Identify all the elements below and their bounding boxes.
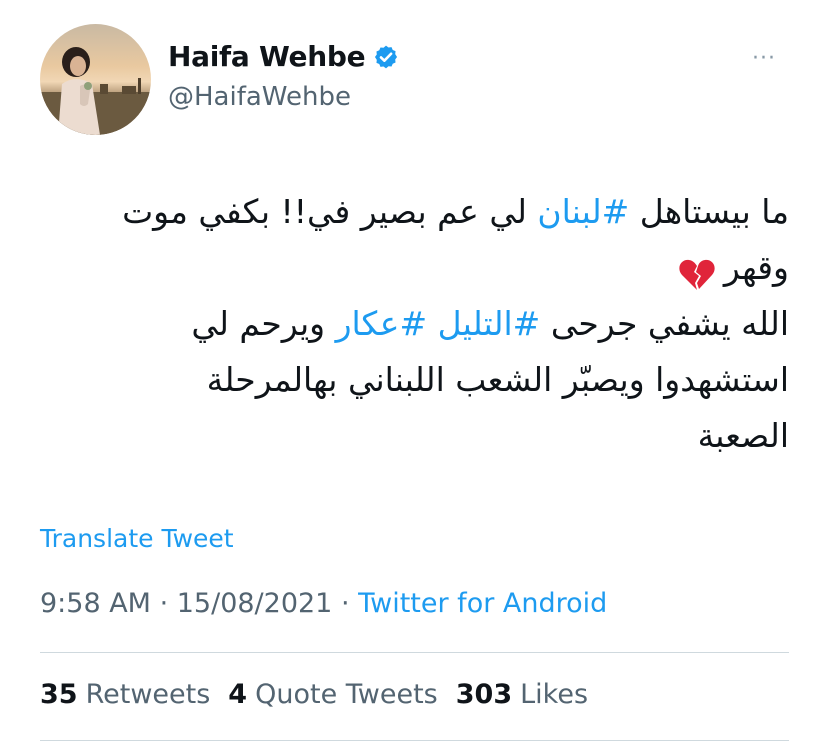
hashtag-tleil[interactable]: #التليل <box>438 304 541 343</box>
broken-heart-icon <box>678 253 716 290</box>
tweet-text-segment: ما بيستاهل <box>629 192 789 231</box>
retweets-count: 35 <box>40 679 78 710</box>
avatar[interactable] <box>40 24 151 135</box>
tweet-meta: 9:58 AM · 15/08/2021 · Twitter for Andro… <box>40 588 607 619</box>
quote-tweets-count: 4 <box>228 679 248 710</box>
tweet-text-segment <box>427 304 438 343</box>
more-options-icon[interactable]: ··· <box>752 48 776 70</box>
tweet-line-2: وقهر <box>29 240 789 296</box>
quote-tweets-label: Quote Tweets <box>255 679 438 710</box>
tweet-line-1: ما بيستاهل #لبنان لي عم بصير في!! بكفي م… <box>29 184 789 240</box>
meta-separator: · <box>332 588 359 619</box>
quote-tweets-stat[interactable]: 4 Quote Tweets <box>228 679 437 710</box>
tweet-text-segment: وقهر <box>723 248 789 287</box>
retweets-stat[interactable]: 35 Retweets <box>40 679 210 710</box>
hashtag-lebanon[interactable]: #لبنان <box>537 192 629 231</box>
divider <box>40 740 789 741</box>
tweet-text-segment: ويرحم لي <box>191 304 336 343</box>
verified-badge-icon <box>373 44 399 70</box>
meta-separator: · <box>150 588 177 619</box>
tweet-line-5: الصعبة <box>697 416 789 455</box>
hashtag-akkar[interactable]: #عكار <box>336 304 428 343</box>
tweet-text-segment: الله يشفي جرحى <box>540 304 789 343</box>
likes-stat[interactable]: 303 Likes <box>456 679 588 710</box>
tweet-line-4: استشهدوا ويصبّر الشعب اللبناني بهالمرحلة <box>206 360 789 399</box>
retweets-label: Retweets <box>85 679 211 710</box>
tweet-time[interactable]: 9:58 AM <box>40 588 151 619</box>
display-name[interactable]: Haifa Wehbe <box>168 40 366 73</box>
tweet-line-3: الله يشفي جرحى #التليل #عكار ويرحم لي <box>29 296 789 352</box>
tweet-date[interactable]: 15/08/2021 <box>177 588 333 619</box>
translate-tweet-link[interactable]: Translate Tweet <box>40 524 234 553</box>
tweet-stats: 35 Retweets 4 Quote Tweets 303 Likes <box>40 679 588 710</box>
divider <box>40 652 789 653</box>
likes-label: Likes <box>520 679 589 710</box>
tweet-text: ما بيستاهل #لبنان لي عم بصير في!! بكفي م… <box>29 184 789 464</box>
profile-name-row: Haifa Wehbe <box>168 40 399 73</box>
tweet-text-segment: لي عم بصير في!! بكفي موت <box>122 192 538 231</box>
avatar-image <box>40 47 151 135</box>
tweet-source-link[interactable]: Twitter for Android <box>358 588 607 619</box>
handle[interactable]: @HaifaWehbe <box>168 82 351 112</box>
likes-count: 303 <box>455 679 513 710</box>
